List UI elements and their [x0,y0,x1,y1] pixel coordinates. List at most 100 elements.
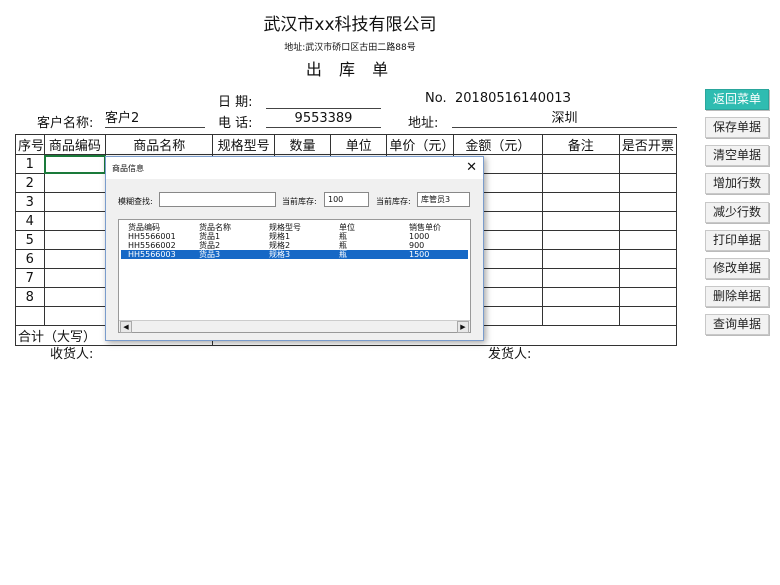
table-cell[interactable] [541,154,620,174]
table-cell[interactable] [618,287,678,307]
table-cell[interactable] [541,287,620,307]
list-cell: 规格3 [269,250,291,259]
list-item[interactable]: HH5566002 货品2 规格2 瓶 900 [121,241,468,250]
table-cell[interactable] [618,211,678,231]
row-number: 4 [15,211,45,231]
table-cell[interactable] [541,306,620,326]
list-header: 货品编码 [128,223,160,232]
stock2-input[interactable]: 库管员3 [417,192,470,207]
scroll-left-icon[interactable]: ◀ [120,321,132,333]
table-cell[interactable] [43,306,107,326]
stock-label: 当前库存: [282,197,317,206]
add-row-button[interactable]: 增加行数 [705,173,769,194]
table-cell[interactable] [43,173,107,193]
table-cell[interactable] [618,192,678,212]
row-number: 2 [15,173,45,193]
row-number: 5 [15,230,45,250]
list-cell: 瓶 [339,232,347,241]
company-name: 武汉市xx科技有限公司 [263,15,437,35]
col-header: 备注 [541,134,620,155]
order-no-label: No. [425,91,447,106]
col-header: 序号 [15,134,45,155]
list-cell: 瓶 [339,241,347,250]
table-cell[interactable] [43,192,107,212]
col-header: 商品编码 [43,134,107,155]
list-header: 销售单价 [409,223,441,232]
list-header-row: 货品编码 货品名称 规格型号 单位 销售单价 [121,223,468,232]
phone-label: 电 话: [218,116,253,131]
customer-label: 客户名称: [37,116,94,131]
scroll-right-icon[interactable]: ▶ [457,321,469,333]
row-number: 6 [15,249,45,269]
close-icon[interactable]: ✕ [466,160,477,175]
list-cell: 1000 [409,232,430,241]
list-cell: 1500 [409,250,430,259]
address-label: 地址: [408,116,439,131]
row-number: 7 [15,268,45,288]
table-cell[interactable] [541,192,620,212]
save-button[interactable]: 保存单据 [705,117,769,138]
table-cell[interactable] [43,154,107,174]
product-list[interactable]: 货品编码 货品名称 规格型号 单位 销售单价 HH5566001 货品1 规格1 瓶 1… [118,219,471,333]
sender-label: 发货人: [488,347,532,362]
document-title: 出 库 单 [305,60,395,79]
table-cell[interactable] [618,173,678,193]
list-item[interactable]: HH5566001 货品1 规格1 瓶 1000 [121,232,468,241]
receiver-label: 收货人: [50,347,94,362]
horizontal-scrollbar[interactable]: ◀ ▶ [119,320,470,333]
table-cell[interactable] [618,230,678,250]
list-cell: 货品3 [199,250,221,259]
table-cell[interactable] [43,268,107,288]
date-label: 日 期: [218,95,253,110]
list-header: 货品名称 [199,223,231,232]
table-cell[interactable] [541,173,620,193]
remove-row-button[interactable]: 减少行数 [705,202,769,223]
clear-button[interactable]: 清空单据 [705,145,769,166]
table-cell[interactable] [541,268,620,288]
phone-field[interactable]: 9553389 [266,110,381,128]
address-field[interactable]: 深圳 [452,110,677,128]
dialog-title: 商品信息 [112,164,144,173]
company-address: 地址:武汉市硚口区古田二路88号 [284,43,416,53]
table-header-row: 序号 商品编码 商品名称 规格型号 数量 单位 单价（元） 金额（元） 备注 是… [15,134,678,155]
table-cell[interactable] [541,230,620,250]
delete-button[interactable]: 删除单据 [705,286,769,307]
col-header: 单价（元） [386,134,454,155]
col-header: 金额（元） [452,134,543,155]
list-header: 规格型号 [269,223,301,232]
table-cell[interactable] [43,230,107,250]
modify-button[interactable]: 修改单据 [705,258,769,279]
list-cell: HH5566003 [128,250,176,259]
date-field[interactable] [266,93,381,109]
col-header: 规格型号 [212,134,275,155]
table-cell[interactable] [618,268,678,288]
list-cell: 规格1 [269,232,291,241]
list-item[interactable]: HH5566003 货品3 规格3 瓶 1500 [121,250,468,259]
list-cell: 900 [409,241,425,250]
table-cell[interactable] [43,287,107,307]
order-no-value: 2018051614001З [455,91,571,106]
dialog-titlebar[interactable]: 商品信息 ✕ [106,157,483,179]
table-cell[interactable] [618,154,678,174]
list-cell: 规格2 [269,241,291,250]
query-button[interactable]: 查询单据 [705,314,769,335]
row-number [15,306,45,326]
col-header: 商品名称 [105,134,214,155]
table-cell[interactable] [43,211,107,231]
stock-input[interactable]: 100 [324,192,369,207]
customer-field[interactable]: 客户2 [105,110,205,128]
fuzzy-search-input[interactable] [159,192,276,207]
print-button[interactable]: 打印单据 [705,230,769,251]
table-cell[interactable] [541,211,620,231]
list-cell: HH5566002 [128,241,176,250]
list-cell: 货品1 [199,232,221,241]
row-number: 1 [15,154,45,174]
table-cell[interactable] [43,249,107,269]
table-cell[interactable] [618,249,678,269]
table-cell[interactable] [618,306,678,326]
back-to-menu-button[interactable]: 返回菜单 [705,89,769,110]
col-header: 数量 [273,134,332,155]
table-cell[interactable] [541,249,620,269]
col-header: 是否开票 [618,134,678,155]
product-info-dialog: 商品信息 ✕ 模糊查找: 当前库存: 100 当前库存: 库管员3 货品编码 货… [105,156,484,341]
